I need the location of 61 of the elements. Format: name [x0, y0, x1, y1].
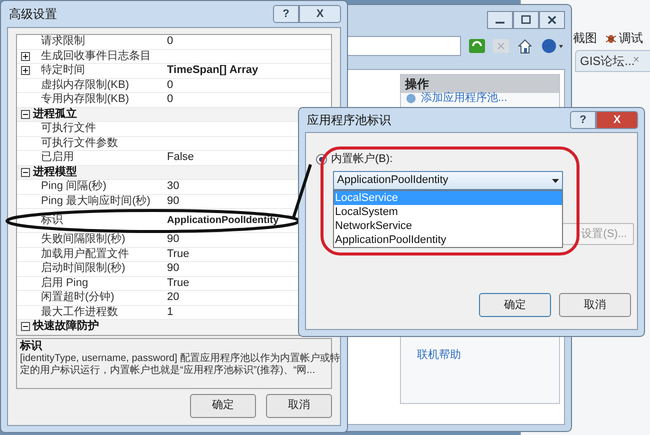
toolbar-link[interactable]: 调试 — [619, 29, 643, 47]
property-name[interactable]: 虚拟内存限制(KB) — [33, 78, 129, 92]
collapse-icon[interactable] — [20, 168, 30, 177]
window-title: 应用程序池标识 — [306, 112, 391, 129]
pool-icon — [405, 93, 417, 104]
property-name[interactable]: 启用 Ping — [33, 276, 88, 290]
category-label[interactable]: 快速故障防护 — [33, 320, 99, 334]
action-link[interactable]: 添加应用程序池... — [421, 93, 508, 104]
description-text: [identityType, username, password] 配置应用程序池以作为内置帐户或特定的用户标识运行，内置帐户也就是“应用程序池标识”(推荐)、“网... — [20, 352, 342, 376]
property-name[interactable]: 失败间隔限制(秒) — [33, 233, 126, 246]
property-name[interactable]: 请求限制 — [33, 35, 85, 48]
bug-icon — [605, 32, 617, 44]
toolbar-link[interactable]: 截图 — [573, 29, 597, 47]
close-button[interactable]: X — [299, 5, 341, 23]
property-name[interactable]: 专用内存限制(KB) — [33, 93, 129, 106]
close-button[interactable]: X — [596, 111, 638, 129]
property-name[interactable]: 特定时间 — [33, 64, 85, 78]
help-button[interactable]: ? — [273, 5, 299, 23]
ok-button[interactable]: 确定 — [479, 293, 551, 317]
home-icon[interactable] — [517, 38, 533, 54]
radio-label[interactable]: 内置帐户(B): — [331, 151, 393, 168]
ok-button[interactable]: 确定 — [190, 394, 256, 418]
window-title: 高级设置 — [8, 6, 57, 23]
property-name[interactable]: 可执行文件 — [33, 122, 96, 136]
property-name[interactable]: 最大工作进程数 — [33, 306, 118, 319]
dropdown-arrow-icon — [552, 178, 559, 182]
maximize-button[interactable] — [513, 11, 539, 29]
property-name[interactable]: 可执行文件参数 — [33, 136, 118, 150]
property-name[interactable]: 闲置超时(分钟) — [33, 291, 114, 304]
leader-line — [292, 163, 312, 219]
property-value[interactable]: 0 — [167, 93, 331, 106]
close-button[interactable] — [539, 11, 565, 29]
property-name[interactable]: Ping 间隔(秒) — [33, 180, 106, 194]
expand-icon[interactable] — [20, 52, 30, 61]
cancel-button[interactable]: 取消 — [266, 394, 332, 418]
help-button[interactable]: ? — [570, 111, 596, 129]
property-value[interactable]: 0 — [167, 35, 331, 48]
refresh-icon[interactable] — [469, 39, 485, 53]
property-name[interactable]: 已启用 — [33, 151, 74, 164]
combo-box[interactable]: ApplicationPoolIdentity — [333, 171, 563, 190]
category-label[interactable]: 进程孤立 — [33, 108, 77, 121]
dropdown-option[interactable]: LocalSystem — [334, 205, 562, 219]
help-icon[interactable] — [541, 38, 565, 54]
property-value[interactable]: TimeSpan[] Array — [167, 64, 331, 78]
description-title: 标识 — [20, 340, 44, 352]
property-name[interactable]: Ping 最大响应时间(秒) — [33, 194, 150, 208]
collapse-icon[interactable] — [20, 322, 30, 332]
category-label[interactable]: 进程模型 — [33, 166, 77, 179]
cancel-button[interactable]: 取消 — [559, 293, 631, 317]
dropdown-option[interactable]: ApplicationPoolIdentity — [334, 233, 562, 247]
minimize-button[interactable] — [487, 11, 513, 29]
property-name[interactable]: 加载用户配置文件 — [33, 248, 129, 261]
property-value[interactable]: 0 — [167, 78, 331, 92]
property-name[interactable]: 启动时间限制(秒) — [33, 262, 126, 276]
actions-header: 操作 — [401, 75, 559, 93]
property-name[interactable]: 标识 — [33, 214, 63, 227]
collapse-icon[interactable] — [20, 110, 30, 119]
property-name[interactable]: 生成回收事件日志条目 — [33, 50, 151, 63]
action-link[interactable]: 联机帮助 — [417, 346, 559, 363]
dropdown-option[interactable]: NetworkService — [334, 219, 562, 233]
expand-icon[interactable] — [20, 66, 30, 76]
